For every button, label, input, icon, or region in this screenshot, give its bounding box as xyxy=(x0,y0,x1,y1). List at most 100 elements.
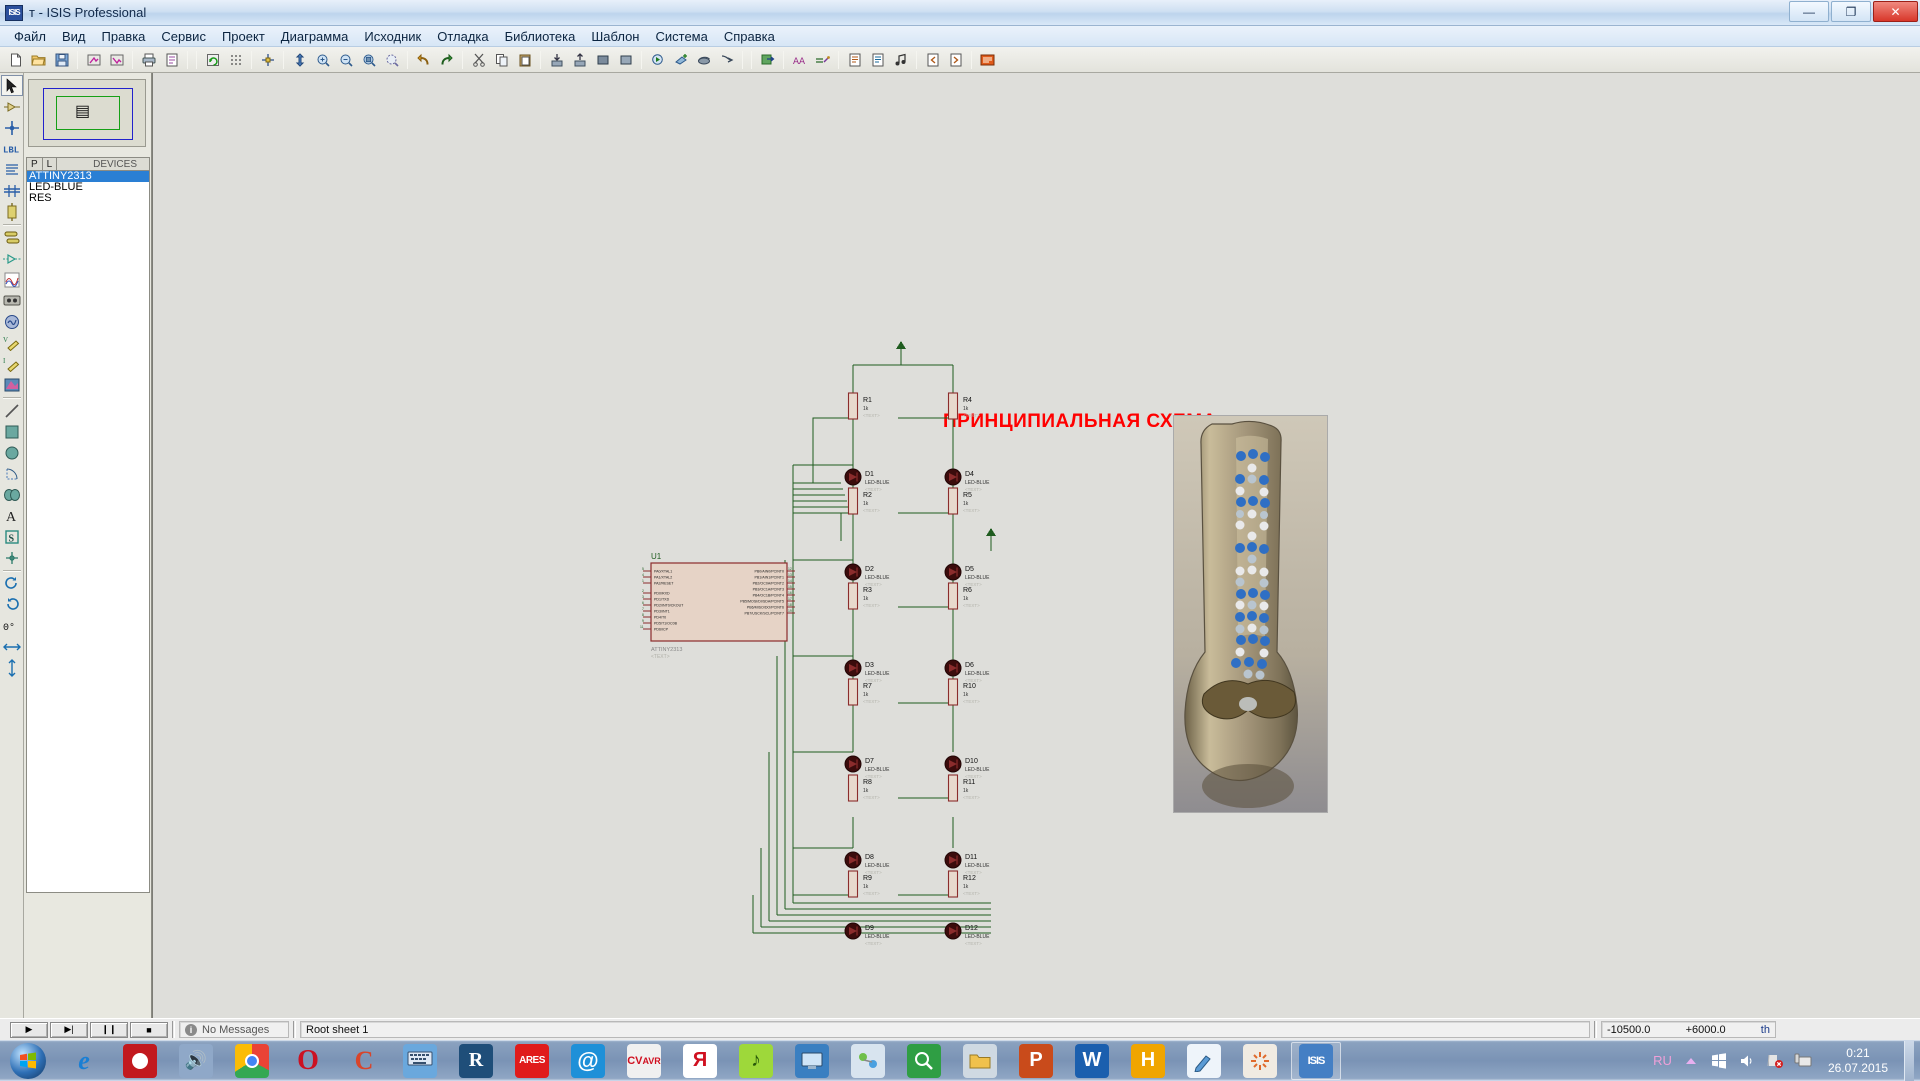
devices-col-name[interactable]: DEVICES xyxy=(57,159,149,170)
menu-item-template[interactable]: Шаблон xyxy=(583,27,647,46)
origin-icon[interactable] xyxy=(257,49,278,70)
taskbar-item-media-player-classic[interactable] xyxy=(112,1041,168,1081)
current-probe-icon[interactable]: I xyxy=(1,353,23,374)
import-section-icon[interactable] xyxy=(83,49,104,70)
windows-flag-icon[interactable] xyxy=(1710,1052,1728,1070)
zoom-out-icon[interactable] xyxy=(335,49,356,70)
circle-tool-icon[interactable] xyxy=(1,442,23,463)
block-move-icon[interactable] xyxy=(569,49,590,70)
pause-button[interactable]: ❙❙ xyxy=(90,1022,128,1038)
generator-icon[interactable] xyxy=(1,311,23,332)
decompose-icon[interactable] xyxy=(716,49,737,70)
block-rotate-icon[interactable] xyxy=(592,49,613,70)
devices-list[interactable]: ATTINY2313 LED-BLUE RES xyxy=(26,171,150,893)
taskbar-item-isis-proteus[interactable]: ISIS xyxy=(1288,1041,1344,1081)
zoom-area-icon[interactable] xyxy=(358,49,379,70)
paste-icon[interactable] xyxy=(514,49,535,70)
symbol-tool-icon[interactable]: S xyxy=(1,526,23,547)
menu-item-file[interactable]: Файл xyxy=(6,27,54,46)
taskbar-item-google-chrome[interactable] xyxy=(224,1041,280,1081)
junction-dot-icon[interactable] xyxy=(1,117,23,138)
devices-col-l[interactable]: L xyxy=(43,158,58,170)
menu-item-view[interactable]: Вид xyxy=(54,27,94,46)
open-file-icon[interactable] xyxy=(28,49,49,70)
terminals-icon[interactable] xyxy=(1,227,23,248)
menu-item-debug[interactable]: Отладка xyxy=(429,27,496,46)
schematic-drawing[interactable]: U1 ATTINY2313 <TEXT> PA0/XTAL1 PA1/XTAL2… xyxy=(153,73,1920,1018)
taskbar-item-powerpoint[interactable]: P xyxy=(1008,1041,1064,1081)
taskbar-item-hex-editor[interactable]: H xyxy=(1120,1041,1176,1081)
close-button[interactable]: ✕ xyxy=(1873,1,1918,22)
component-mode-icon[interactable] xyxy=(1,96,23,117)
rotate-cw-icon[interactable] xyxy=(1,573,23,594)
rotate-ccw-icon[interactable] xyxy=(1,594,23,615)
taskbar-item-volume-app[interactable]: 🔊 xyxy=(168,1041,224,1081)
menu-item-source[interactable]: Исходник xyxy=(356,27,429,46)
monitor-icon[interactable] xyxy=(1794,1052,1812,1070)
menu-item-design[interactable]: Проект xyxy=(214,27,273,46)
taskbar-item-word[interactable]: W xyxy=(1064,1041,1120,1081)
netlist-compiler-icon[interactable]: AA xyxy=(789,49,810,70)
arc-tool-icon[interactable] xyxy=(1,463,23,484)
audio-icon[interactable] xyxy=(890,49,911,70)
copy-icon[interactable] xyxy=(491,49,512,70)
taskbar-item-fireworks-app[interactable] xyxy=(1232,1041,1288,1081)
zoom-in-icon[interactable] xyxy=(312,49,333,70)
taskbar-item-r-statistics[interactable]: R xyxy=(448,1041,504,1081)
refresh-display-icon[interactable] xyxy=(202,49,223,70)
cut-icon[interactable] xyxy=(468,49,489,70)
save-file-icon[interactable] xyxy=(51,49,72,70)
overview-preview[interactable]: ▤ xyxy=(28,79,146,147)
taskbar-item-yandex-browser[interactable]: Я xyxy=(672,1041,728,1081)
export-section-icon[interactable] xyxy=(106,49,127,70)
marker-tool-icon[interactable] xyxy=(1,547,23,568)
sheet-name-panel[interactable]: Root sheet 1 xyxy=(300,1021,1590,1038)
start-orb[interactable] xyxy=(0,1041,56,1081)
minimize-button[interactable]: — xyxy=(1789,1,1829,22)
new-file-icon[interactable] xyxy=(5,49,26,70)
device-pins-icon[interactable] xyxy=(1,248,23,269)
menu-item-help[interactable]: Справка xyxy=(716,27,783,46)
graph-icon[interactable] xyxy=(1,269,23,290)
menu-item-tools[interactable]: Сервис xyxy=(153,27,214,46)
buses-icon[interactable] xyxy=(1,180,23,201)
taskbar-item-search-tool[interactable] xyxy=(896,1041,952,1081)
step-button[interactable]: ▶| xyxy=(50,1022,88,1038)
text-tool-icon[interactable]: A xyxy=(1,505,23,526)
menu-item-graph[interactable]: Диаграмма xyxy=(273,27,357,46)
voltage-probe-icon[interactable]: V xyxy=(1,332,23,353)
zoom-all-icon[interactable] xyxy=(381,49,402,70)
language-indicator[interactable]: RU xyxy=(1653,1053,1672,1068)
line-tool-icon[interactable] xyxy=(1,400,23,421)
path-tool-icon[interactable] xyxy=(1,484,23,505)
chevron-up-icon[interactable] xyxy=(1682,1052,1700,1070)
taskbar-item-codevision-avr[interactable]: CVAVR xyxy=(616,1041,672,1081)
print-icon[interactable] xyxy=(138,49,159,70)
text-script-icon[interactable] xyxy=(1,159,23,180)
mirror-y-icon[interactable] xyxy=(1,657,23,678)
menu-item-system[interactable]: Система xyxy=(647,27,715,46)
show-desktop-button[interactable] xyxy=(1904,1041,1914,1081)
network-error-icon[interactable] xyxy=(1766,1052,1784,1070)
make-device-icon[interactable] xyxy=(670,49,691,70)
subcircuit-icon[interactable] xyxy=(1,201,23,222)
taskbar-item-network-app[interactable] xyxy=(840,1041,896,1081)
play-button[interactable]: ▶ xyxy=(10,1022,48,1038)
block-delete-icon[interactable] xyxy=(615,49,636,70)
bom-report-icon[interactable] xyxy=(844,49,865,70)
maximize-button[interactable]: ❐ xyxy=(1831,1,1871,22)
packaging-tool-icon[interactable] xyxy=(693,49,714,70)
taskbar-item-on-screen-keyboard[interactable] xyxy=(392,1041,448,1081)
wire-label-icon[interactable]: LBL xyxy=(1,138,23,159)
taskbar-item-my-computer[interactable] xyxy=(784,1041,840,1081)
schematic-canvas[interactable]: ПРИНЦИПИАЛЬНАЯ СХЕМА xyxy=(152,73,1920,1018)
next-sheet-icon[interactable] xyxy=(945,49,966,70)
block-copy-icon[interactable] xyxy=(546,49,567,70)
mirror-x-icon[interactable] xyxy=(1,636,23,657)
list-item[interactable]: RES xyxy=(27,193,149,204)
taskbar-item-internet-explorer[interactable]: e xyxy=(56,1041,112,1081)
taskbar-item-ares-pcb[interactable]: ARES xyxy=(504,1041,560,1081)
selection-mode-icon[interactable] xyxy=(1,75,23,96)
taskbar-item-ccleaner[interactable]: C xyxy=(336,1041,392,1081)
prev-sheet-icon[interactable] xyxy=(922,49,943,70)
